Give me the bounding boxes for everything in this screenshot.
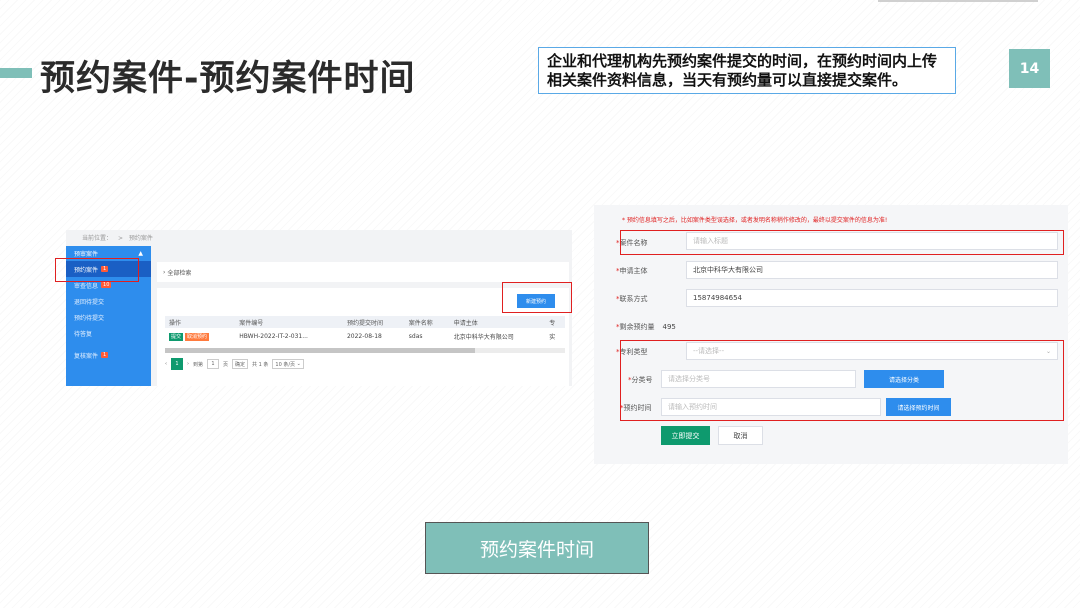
search-toggle[interactable]: › 全部检索 — [157, 262, 569, 282]
case-number: HBWH-2022-IT-2-031... — [239, 332, 308, 340]
title-accent-bar — [0, 68, 32, 78]
col-header: 专 — [545, 316, 565, 328]
description-box: 企业和代理机构先预约案件提交的时间，在预约时间内上传相关案件资料信息，当天有预约… — [538, 47, 956, 94]
sidebar-item-reserved-pending[interactable]: 预约待提交 — [66, 309, 151, 325]
case-list-screenshot: 当前位置： > 预约案件 预审案件 ▲ 预约案件 1 审查信息 10 退回待提交… — [66, 230, 572, 386]
col-header: 案件名称 — [404, 316, 450, 328]
col-header: 申请主体 — [449, 316, 546, 328]
remaining-quota: *剩余预约量 495 — [616, 323, 676, 331]
table-row: 提交 取消预约 HBWH-2022-IT-2-031... 2022-08-18 … — [165, 328, 565, 344]
prev-page-icon[interactable]: ‹ — [165, 361, 167, 367]
slide-title: 预约案件-预约案件时间 — [40, 59, 416, 99]
highlight-case-name — [620, 230, 1064, 255]
applicant-label: *申请主体 — [616, 267, 648, 275]
sidebar-item-awaiting-reply[interactable]: 待答复 — [66, 325, 151, 341]
applicant: 北京中科华大有限公司 — [453, 333, 514, 341]
count-badge: 1 — [101, 352, 109, 358]
case-name: sdas — [408, 332, 423, 340]
col-header: 预约提交时间 — [342, 316, 405, 328]
sidebar-item-recheck[interactable]: 复核案件 1 — [66, 347, 151, 363]
goto-confirm-button[interactable]: 确定 — [232, 359, 249, 369]
highlight-type-category-time — [620, 340, 1064, 421]
reservation-time-button[interactable]: 预约案件时间 — [425, 522, 649, 574]
page-number: 14 — [1009, 49, 1050, 88]
submit-button[interactable]: 立即提交 — [661, 426, 710, 445]
pagination: ‹ 1 › 到第 1 页 确定 共 1 条 10 条/页 ⌄ — [165, 358, 304, 370]
highlight-new-button — [502, 282, 572, 313]
reserve-time: 2022-08-18 — [346, 332, 382, 340]
sidebar-item-returned[interactable]: 退回待提交 — [66, 293, 151, 309]
count-badge: 10 — [101, 282, 112, 288]
breadcrumb: 当前位置： > 预约案件 — [82, 235, 153, 242]
contact-label: *联系方式 — [616, 295, 648, 303]
col-header: 操作 — [165, 316, 236, 328]
next-page-icon[interactable]: › — [187, 361, 189, 367]
total-count: 共 1 条 — [252, 361, 269, 368]
goto-page-input[interactable]: 1 — [207, 359, 220, 369]
horizontal-scrollbar[interactable] — [165, 348, 565, 353]
col-header: 案件编号 — [235, 316, 343, 328]
scrollbar-thumb[interactable] — [165, 348, 475, 353]
case-table: 操作 案件编号 预约提交时间 案件名称 申请主体 专 提交 取消预约 HBWH-2… — [165, 316, 565, 344]
highlight-sidebar-item — [55, 258, 139, 282]
page-size-select[interactable]: 10 条/页 ⌄ — [272, 359, 304, 369]
applicant-input[interactable]: 北京中科华大有限公司 — [686, 261, 1058, 279]
contact-input[interactable]: 15874984654 — [686, 289, 1058, 307]
caret-up-icon: ▲ — [138, 250, 143, 257]
current-page[interactable]: 1 — [171, 358, 183, 370]
form-note: * 预约信息填写之后，比如案件类型误选择，或者发明名称稍作修改的，最终以提交案件… — [622, 217, 888, 224]
cancel-reservation-button[interactable]: 取消预约 — [185, 332, 210, 341]
submit-tag-button[interactable]: 提交 — [169, 332, 184, 341]
main-panel: › 全部检索 新建预约 操作 案件编号 预约提交时间 案件名称 申请主体 专 提… — [157, 246, 569, 386]
cancel-button[interactable]: 取消 — [718, 426, 763, 445]
extra-cell: 实 — [549, 333, 556, 341]
top-strip — [878, 0, 1038, 2]
